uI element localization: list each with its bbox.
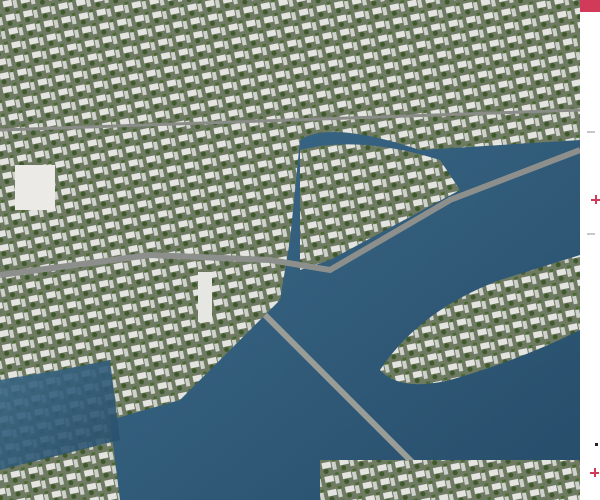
- bottom-bank: [320, 460, 580, 500]
- city-aerial-render: [0, 0, 580, 500]
- stadium-building: [15, 165, 55, 210]
- tower: [198, 272, 212, 322]
- render-svg: [0, 0, 580, 500]
- plus-icon[interactable]: [591, 195, 600, 204]
- accent-bar: [580, 0, 600, 12]
- plus-icon[interactable]: [590, 468, 599, 477]
- side-strip: [580, 0, 600, 500]
- dot-icon: [595, 443, 598, 446]
- dash-icon[interactable]: [587, 233, 595, 235]
- dash-icon[interactable]: [587, 131, 595, 133]
